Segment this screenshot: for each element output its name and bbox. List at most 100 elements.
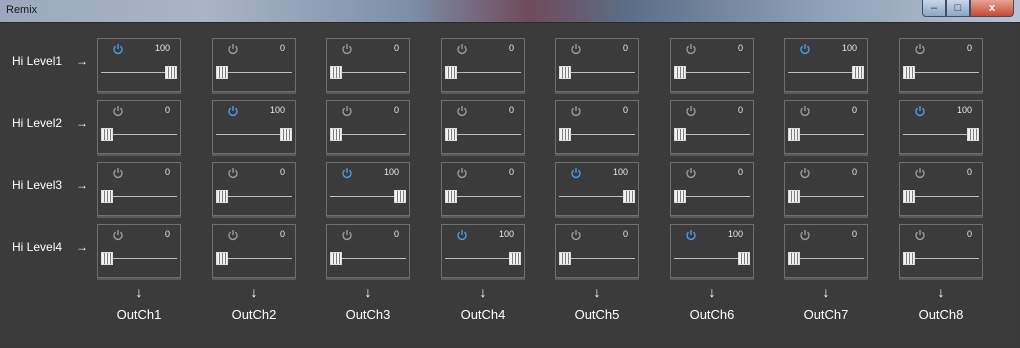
mix-cell-3-7: 0: [784, 162, 868, 218]
power-icon[interactable]: [227, 104, 239, 117]
slider-handle[interactable]: [216, 190, 228, 203]
slider-handle[interactable]: [903, 190, 915, 203]
power-icon[interactable]: [570, 228, 582, 241]
power-icon[interactable]: [914, 104, 926, 117]
slider-handle[interactable]: [903, 66, 915, 79]
power-icon[interactable]: [799, 228, 811, 241]
level-value: 0: [164, 167, 170, 177]
slider-handle[interactable]: [788, 128, 800, 141]
slider-handle[interactable]: [280, 128, 292, 141]
slider-handle[interactable]: [216, 252, 228, 265]
power-icon[interactable]: [456, 42, 468, 55]
power-icon[interactable]: [799, 166, 811, 179]
slider-handle[interactable]: [852, 66, 864, 79]
slider-handle[interactable]: [674, 190, 686, 203]
slider-handle[interactable]: [101, 190, 113, 203]
output-channel-7: ↓ OutCh7: [784, 285, 868, 322]
cell-underline: [670, 92, 754, 94]
power-icon[interactable]: [570, 166, 582, 179]
slider-handle[interactable]: [394, 190, 406, 203]
power-icon[interactable]: [799, 42, 811, 55]
slider-handle[interactable]: [903, 252, 915, 265]
slider-handle[interactable]: [674, 66, 686, 79]
power-icon[interactable]: [227, 166, 239, 179]
cell-underline: [899, 278, 983, 280]
maximize-icon[interactable]: □: [946, 0, 970, 17]
cell-underline: [97, 154, 181, 156]
slider-handle[interactable]: [967, 128, 979, 141]
mix-cell-1-3: 0: [326, 38, 410, 94]
level-value: 0: [622, 43, 628, 53]
mix-cell-4-1: 0: [97, 224, 181, 280]
power-icon[interactable]: [227, 228, 239, 241]
cell-underline: [670, 154, 754, 156]
power-icon[interactable]: [341, 104, 353, 117]
slider-handle[interactable]: [559, 252, 571, 265]
power-icon[interactable]: [112, 228, 124, 241]
slider-handle[interactable]: [509, 252, 521, 265]
slider-handle[interactable]: [330, 128, 342, 141]
cell-underline: [784, 92, 868, 94]
minimize-icon[interactable]: –: [922, 0, 946, 17]
mix-cell-3-6: 0: [670, 162, 754, 218]
slider-handle[interactable]: [788, 252, 800, 265]
window-controls: – □ x: [922, 0, 1014, 18]
row-arrow-icon: →: [76, 54, 88, 68]
power-icon[interactable]: [456, 104, 468, 117]
power-icon[interactable]: [914, 228, 926, 241]
power-icon[interactable]: [341, 42, 353, 55]
power-icon[interactable]: [570, 104, 582, 117]
mix-cell-4-6: 100: [670, 224, 754, 280]
down-arrow-icon: ↓: [822, 284, 830, 300]
slider-handle[interactable]: [330, 66, 342, 79]
level-value: 0: [279, 229, 285, 239]
power-icon[interactable]: [685, 166, 697, 179]
power-icon[interactable]: [799, 104, 811, 117]
cell-underline: [555, 216, 639, 218]
power-icon[interactable]: [570, 42, 582, 55]
down-arrow-icon: ↓: [937, 284, 945, 300]
cell-underline: [97, 278, 181, 280]
output-label: OutCh4: [460, 307, 506, 322]
mix-cell-3-4: 0: [441, 162, 525, 218]
title-bar[interactable]: Remix – □ x: [0, 0, 1020, 23]
slider-handle[interactable]: [738, 252, 750, 265]
slider-handle[interactable]: [330, 252, 342, 265]
output-channel-2: ↓ OutCh2: [212, 285, 296, 322]
slider-handle[interactable]: [788, 190, 800, 203]
slider-handle[interactable]: [559, 66, 571, 79]
power-icon[interactable]: [914, 42, 926, 55]
close-icon[interactable]: x: [970, 0, 1014, 17]
slider-handle[interactable]: [559, 128, 571, 141]
cell-underline: [784, 154, 868, 156]
row-label-3: Hi Level3: [12, 178, 63, 192]
power-icon[interactable]: [685, 228, 697, 241]
power-icon[interactable]: [456, 228, 468, 241]
output-label: OutCh5: [574, 307, 620, 322]
cell-underline: [326, 278, 410, 280]
slider-handle[interactable]: [623, 190, 635, 203]
power-icon[interactable]: [341, 228, 353, 241]
power-icon[interactable]: [456, 166, 468, 179]
level-value: 0: [622, 105, 628, 115]
slider-handle[interactable]: [445, 66, 457, 79]
power-icon[interactable]: [341, 166, 353, 179]
slider-handle[interactable]: [674, 128, 686, 141]
power-icon[interactable]: [112, 42, 124, 55]
slider-handle[interactable]: [101, 128, 113, 141]
slider-handle[interactable]: [445, 128, 457, 141]
level-value: 0: [164, 229, 170, 239]
slider-handle[interactable]: [445, 190, 457, 203]
level-value: 100: [727, 229, 743, 239]
slider-handle[interactable]: [165, 66, 177, 79]
slider-handle[interactable]: [216, 66, 228, 79]
power-icon[interactable]: [112, 104, 124, 117]
output-label: OutCh1: [116, 307, 162, 322]
output-label: OutCh8: [918, 307, 964, 322]
power-icon[interactable]: [685, 42, 697, 55]
power-icon[interactable]: [685, 104, 697, 117]
slider-handle[interactable]: [101, 252, 113, 265]
power-icon[interactable]: [914, 166, 926, 179]
power-icon[interactable]: [227, 42, 239, 55]
power-icon[interactable]: [112, 166, 124, 179]
